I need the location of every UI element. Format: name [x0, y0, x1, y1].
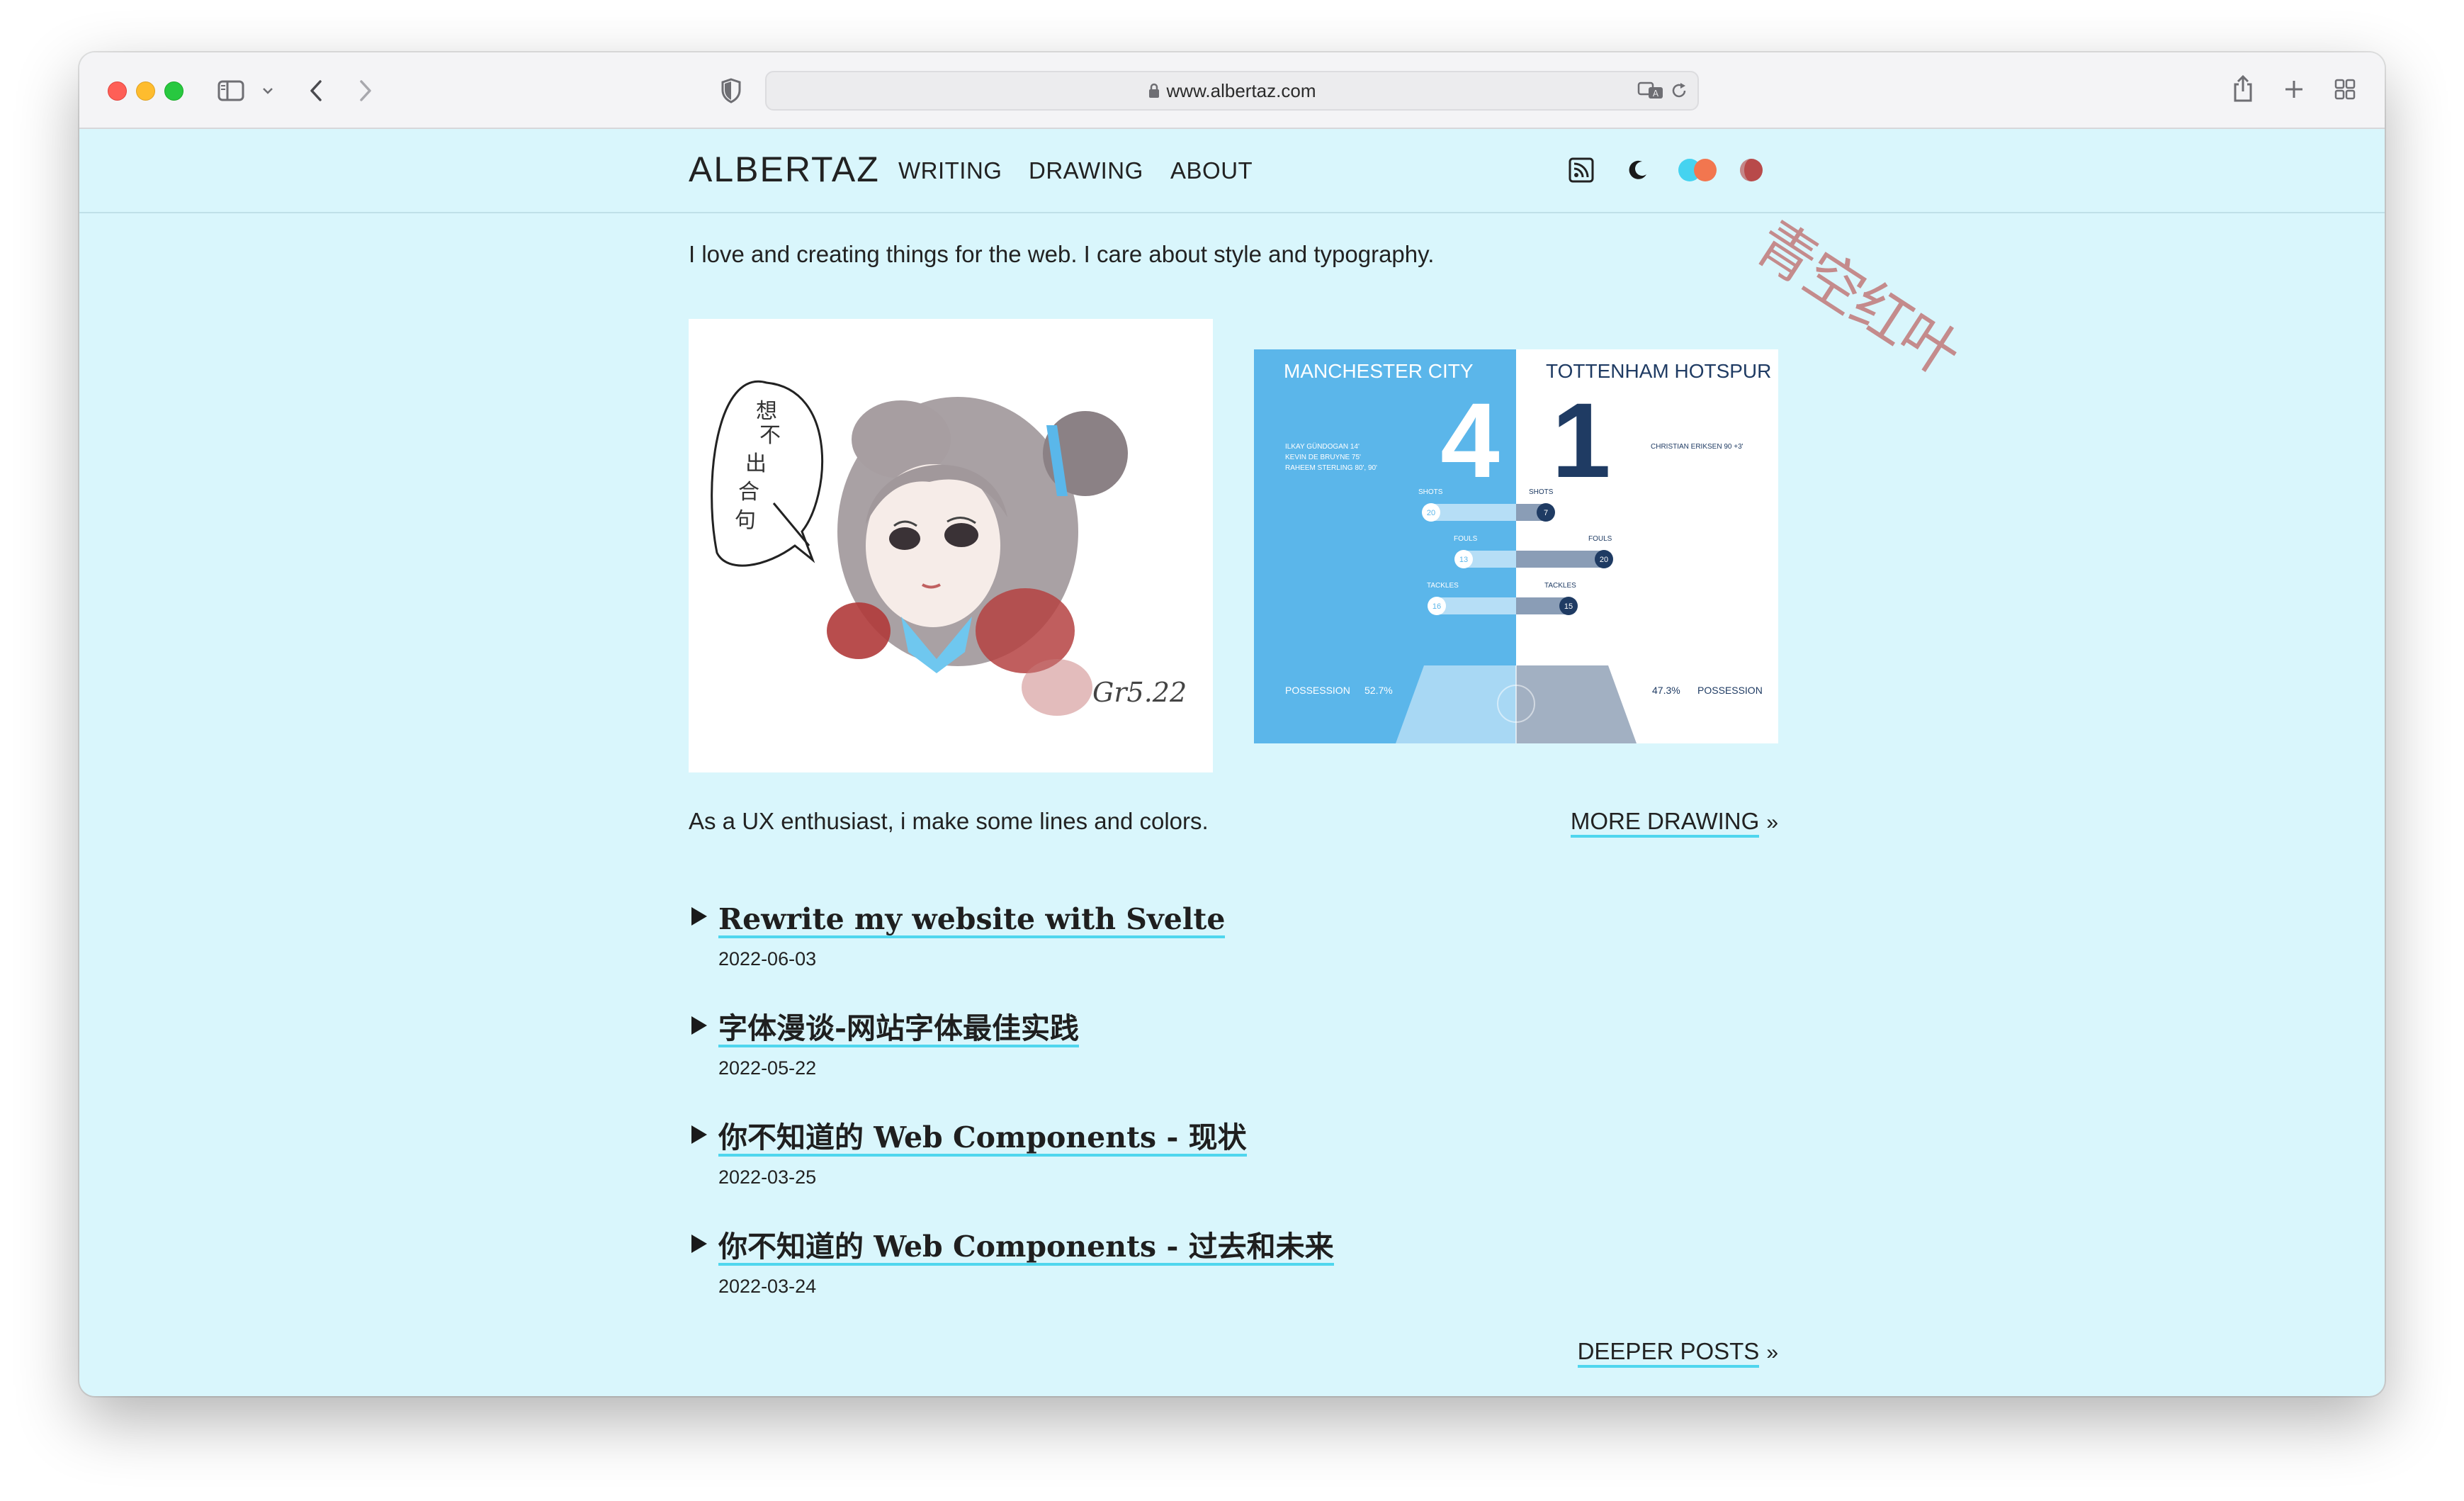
minimize-window-button[interactable]: [136, 81, 155, 101]
deeper-posts-label: DEEPER POSTS: [1577, 1338, 1760, 1368]
share-icon[interactable]: [2230, 72, 2256, 105]
stat-value-away: 7: [1544, 509, 1548, 517]
post-item: 你不知道的 Web Components - 过去和未来 2022-03-24: [691, 1230, 1542, 1297]
web-page: ALBERTAZ WRITING DRAWING ABOUT 青空红叶 I lo…: [79, 129, 2385, 1396]
stat-label-away: SHOTS: [1529, 488, 1554, 496]
deeper-posts-link[interactable]: DEEPER POSTS »: [1577, 1338, 1778, 1368]
forward-icon[interactable]: [354, 75, 377, 106]
browser-window: www.albertaz.com A ALBERTAZ WRITING DRAW…: [79, 52, 2385, 1396]
post-item: 你不知道的 Web Components - 现状 2022-03-25: [691, 1121, 1542, 1188]
rss-icon[interactable]: [1567, 156, 1595, 184]
theme-switcher-icon[interactable]: [1676, 156, 1722, 184]
double-chevron-right-icon: »: [1766, 811, 1778, 834]
home-possession: 52.7%: [1364, 685, 1393, 696]
translate-icon[interactable]: A: [1637, 78, 1665, 103]
intro-text: I love and creating things for the web. …: [689, 241, 1435, 267]
svg-text:A: A: [1653, 89, 1659, 99]
address-bar[interactable]: www.albertaz.com A: [765, 71, 1699, 111]
stat-value-home: 20: [1427, 509, 1435, 517]
post-title-link[interactable]: Rewrite my website with Svelte: [718, 903, 1226, 938]
lock-icon: [1148, 74, 1160, 111]
handwritten-note: 想不出合句: [735, 399, 781, 533]
chevron-down-icon[interactable]: [259, 81, 276, 101]
away-scorer: CHRISTIAN ERIKSEN 90 +3': [1651, 443, 1744, 451]
site-header: ALBERTAZ WRITING DRAWING ABOUT: [79, 129, 2385, 213]
post-item: Rewrite my website with Svelte 2022-06-0…: [691, 903, 1542, 969]
home-scorer: RAHEEM STERLING 80', 90': [1285, 464, 1377, 472]
stat-value-away: 15: [1564, 602, 1573, 611]
triangle-right-icon: [691, 907, 707, 926]
girl-sketch-illustration: 想不出合句 Gr5.22: [711, 380, 1187, 716]
privacy-shield-icon[interactable]: [718, 77, 744, 105]
post-date: 2022-03-24: [718, 1276, 817, 1297]
nav-drawing[interactable]: DRAWING: [1029, 157, 1143, 184]
drawing-tagline: As a UX enthusiast, i make some lines an…: [689, 808, 1209, 834]
stat-value-home: 16: [1432, 602, 1441, 611]
new-tab-icon[interactable]: [2281, 77, 2307, 102]
close-window-button[interactable]: [108, 81, 127, 101]
more-drawing-link[interactable]: MORE DRAWING »: [1570, 808, 1778, 838]
browser-toolbar: www.albertaz.com A: [79, 52, 2385, 129]
triangle-right-icon: [691, 1125, 707, 1144]
post-date: 2022-06-03: [718, 948, 817, 969]
sidebar-toggle-icon[interactable]: [215, 78, 247, 103]
reload-icon[interactable]: [1668, 79, 1690, 102]
triangle-right-icon: [691, 1235, 707, 1253]
stat-label-home: SHOTS: [1418, 488, 1443, 496]
home-team-name: MANCHESTER CITY: [1284, 360, 1474, 382]
nav-about[interactable]: ABOUT: [1170, 157, 1253, 184]
post-title-link[interactable]: 你不知道的 Web Components - 过去和未来: [718, 1230, 1334, 1266]
drawing-girl-sketch[interactable]: 想不出合句 Gr5.22: [689, 319, 1213, 772]
accent-color-icon[interactable]: [1737, 156, 1765, 184]
home-scorer: ILKAY GÜNDOGAN 14': [1285, 442, 1360, 451]
home-score: 4: [1440, 381, 1499, 500]
site-logo[interactable]: ALBERTAZ: [689, 149, 880, 190]
url-text: www.albertaz.com: [1166, 80, 1316, 101]
dark-mode-moon-icon[interactable]: [1624, 156, 1652, 184]
zoom-window-button[interactable]: [164, 81, 183, 101]
triangle-right-icon: [691, 1016, 707, 1035]
double-chevron-right-icon: »: [1766, 1341, 1778, 1364]
post-date: 2022-05-22: [718, 1057, 817, 1079]
post-date: 2022-03-25: [718, 1166, 817, 1188]
back-icon[interactable]: [305, 75, 327, 106]
post-title-link[interactable]: 字体漫谈-网站字体最佳实践: [718, 1012, 1080, 1047]
home-scorer: KEVIN DE BRUYNE 75': [1285, 454, 1361, 461]
more-drawing-label: MORE DRAWING: [1570, 808, 1760, 838]
tab-overview-icon[interactable]: [2332, 77, 2358, 102]
stat-label-away: TACKLES: [1544, 582, 1576, 590]
possession-label-away: POSSESSION: [1697, 685, 1763, 696]
away-score: 1: [1552, 381, 1610, 500]
nav-writing[interactable]: WRITING: [898, 157, 1002, 184]
away-possession: 47.3%: [1652, 685, 1680, 696]
stat-value-away: 20: [1600, 556, 1608, 564]
stat-value-home: 13: [1459, 556, 1468, 564]
artist-signature: Gr5.22: [1092, 677, 1187, 708]
away-team-name: TOTTENHAM HOTSPUR: [1546, 360, 1771, 382]
possession-label-home: POSSESSION: [1285, 685, 1350, 696]
drawing-match-infographic[interactable]: MANCHESTER CITY TOTTENHAM HOTSPUR 4 1 IL…: [1254, 349, 1778, 743]
stat-label-home: FOULS: [1454, 535, 1478, 543]
post-item: 字体漫谈-网站字体最佳实践 2022-05-22: [691, 1012, 1542, 1079]
stat-label-away: FOULS: [1588, 535, 1612, 543]
stat-label-home: TACKLES: [1427, 582, 1459, 590]
post-title-link[interactable]: 你不知道的 Web Components - 现状: [718, 1121, 1247, 1157]
match-infographic: MANCHESTER CITY TOTTENHAM HOTSPUR 4 1 IL…: [1254, 349, 1778, 743]
